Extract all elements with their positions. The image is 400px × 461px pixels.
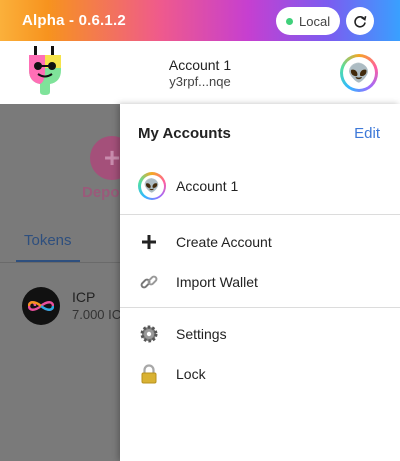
menu-account-label: Account 1	[176, 178, 239, 194]
tab-tokens: Tokens	[24, 232, 72, 249]
create-account-label: Create Account	[176, 234, 272, 250]
import-wallet-label: Import Wallet	[176, 274, 258, 290]
alien-icon: 👽	[343, 57, 375, 89]
create-account-item[interactable]: Create Account	[138, 230, 272, 254]
wallet-main-overlay[interactable]: + Depo Tokens ICP 7.000 IC	[0, 104, 120, 461]
token-symbol: ICP	[72, 289, 96, 305]
plus-icon	[138, 231, 160, 253]
gear-icon	[138, 323, 160, 345]
lock-item[interactable]: Lock	[138, 362, 206, 386]
network-label: Local	[299, 13, 331, 29]
deposit-button: +	[90, 136, 120, 180]
account-avatar: 👽	[138, 172, 166, 200]
network-selector[interactable]: Local	[276, 7, 340, 35]
menu-title: My Accounts	[138, 125, 231, 142]
deposit-label: Depo	[82, 184, 120, 201]
alien-icon: 👽	[140, 174, 164, 198]
edit-accounts-link[interactable]: Edit	[354, 125, 380, 142]
link-icon	[138, 271, 160, 293]
refresh-button[interactable]	[346, 7, 374, 35]
status-dot-icon	[286, 17, 293, 25]
wallet-header: Account 1 y3rpf...nqe 👽	[0, 41, 400, 104]
import-wallet-item[interactable]: Import Wallet	[138, 270, 258, 294]
divider	[0, 262, 120, 263]
token-amount: 7.000 IC	[72, 307, 120, 322]
icp-token-icon	[22, 287, 60, 325]
account-menu: My Accounts Edit 👽 Account 1 Create Acco…	[120, 104, 400, 461]
version-label: Alpha - 0.6.1.2	[22, 12, 126, 29]
settings-item[interactable]: Settings	[138, 322, 227, 346]
refresh-icon	[354, 15, 367, 28]
top-bar: Alpha - 0.6.1.2 Local	[0, 0, 400, 41]
menu-account-item[interactable]: 👽 Account 1	[138, 171, 238, 201]
lock-icon	[138, 363, 160, 385]
menu-divider	[120, 307, 400, 308]
menu-divider	[120, 214, 400, 215]
lock-label: Lock	[176, 366, 206, 382]
account-avatar-button[interactable]: 👽	[340, 54, 378, 92]
settings-label: Settings	[176, 326, 227, 342]
